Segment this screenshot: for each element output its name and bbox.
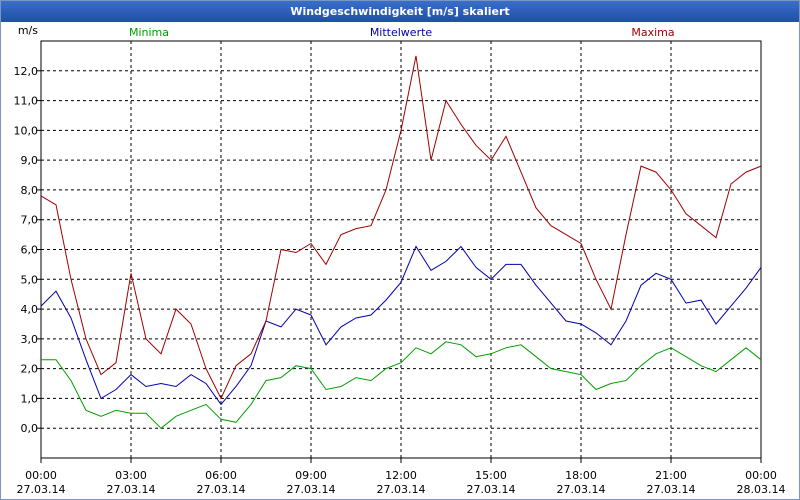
legend-entry-maxima: Maxima [631,26,674,39]
x-tick-time-label: 00:00 [25,469,57,482]
legend-entry-mittelwerte: Mittelwerte [370,26,433,39]
y-axis-unit-label: m/s [18,24,38,37]
chart-title: Windgeschwindigkeit [m/s] skaliert [1,1,799,22]
y-tick-label: 5,0 [21,273,39,286]
y-tick-label: 8,0 [21,184,39,197]
x-tick-time-label: 18:00 [565,469,597,482]
tick-labels: 0,0 1,0 2,0 3,0 4,0 5,0 6,0 7,0 8,0 9,0 10,0 11,0 12… [14,24,786,496]
legend-entry-minima: Minima [129,26,169,39]
y-tick-label: 0,0 [21,422,39,435]
x-tick-time-label: 06:00 [205,469,237,482]
x-tick-date-label: 27.03.14 [647,483,696,496]
y-tick-label: 10,0 [14,124,39,137]
legend: Minima Mittelwerte Maxima [129,26,675,39]
x-tick-date-label: 27.03.14 [377,483,426,496]
grid [41,41,761,458]
x-tick-date-label: 27.03.14 [287,483,336,496]
x-tick-date-label: 28.03.14 [737,483,786,496]
y-tick-label: 2,0 [21,363,39,376]
x-tick-time-label: 15:00 [475,469,507,482]
x-tick-time-label: 09:00 [295,469,327,482]
x-tick-date-label: 27.03.14 [197,483,246,496]
x-tick-time-label: 03:00 [115,469,147,482]
x-tick-date-label: 27.03.14 [557,483,606,496]
y-tick-label: 3,0 [21,333,39,346]
y-tick-label: 9,0 [21,154,39,167]
y-tick-label: 7,0 [21,214,39,227]
y-tick-label: 4,0 [21,303,39,316]
y-tick-label: 1,0 [21,392,39,405]
axes [37,40,762,463]
y-tick-label: 12,0 [14,65,39,78]
y-tick-label: 6,0 [21,244,39,257]
x-tick-time-label: 21:00 [655,469,687,482]
x-tick-date-label: 27.03.14 [107,483,156,496]
x-tick-date-label: 27.03.14 [17,483,66,496]
chart-window: Windgeschwindigkeit [m/s] skaliert 0,0 1,… [0,0,800,500]
x-tick-date-label: 27.03.14 [467,483,516,496]
x-tick-time-label: 12:00 [385,469,417,482]
x-tick-time-label: 00:00 [745,469,777,482]
y-tick-label: 11,0 [14,95,39,108]
wind-speed-chart: 0,0 1,0 2,0 3,0 4,0 5,0 6,0 7,0 8,0 9,0 10,0 11,0 12… [14,24,786,496]
